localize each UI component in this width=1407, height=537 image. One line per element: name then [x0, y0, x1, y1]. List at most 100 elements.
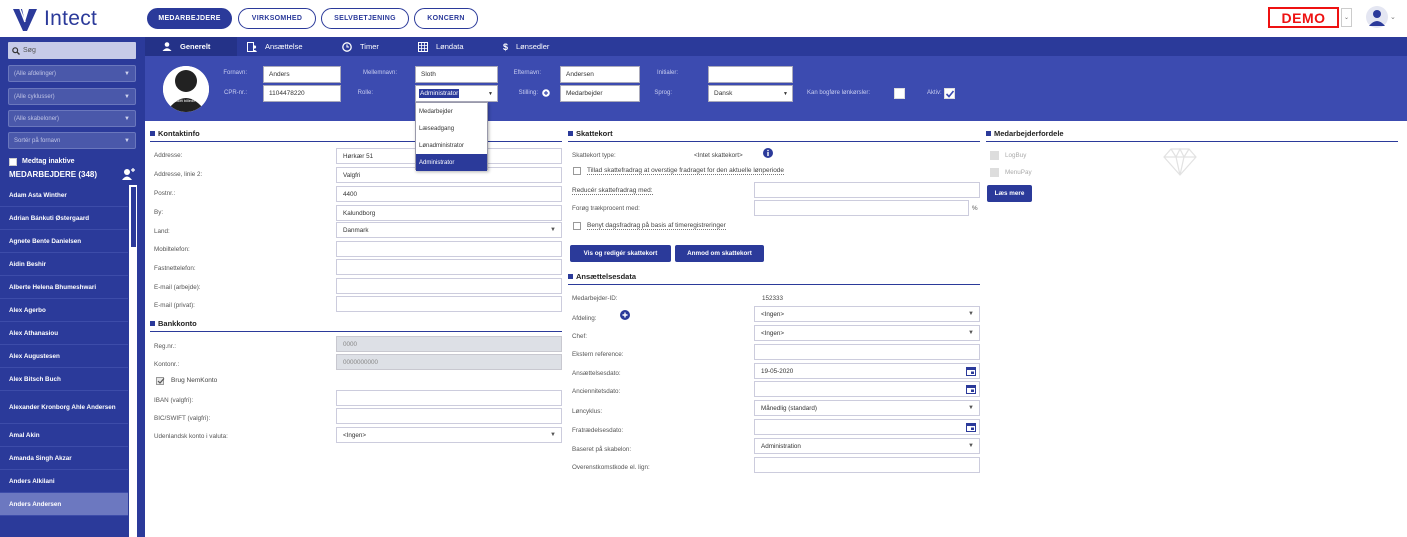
employee-list-item[interactable]: Amanda Singh Akzar [0, 447, 128, 470]
rolle-option-medarbejder[interactable]: Medarbejder [416, 103, 487, 120]
calendar-icon[interactable] [966, 422, 976, 432]
employee-list-item[interactable]: Alex Athanasiou [0, 322, 128, 345]
fastnet-field[interactable] [336, 259, 562, 275]
employee-list-item[interactable]: Anders Alkilani [0, 470, 128, 493]
clock-icon [342, 41, 352, 52]
mellemnavn-field[interactable]: Sloth [415, 66, 498, 83]
rolle-option-loenadministrator[interactable]: Lønadministrator [416, 137, 487, 154]
by-field[interactable]: Kalundborg [336, 205, 562, 221]
department-filter[interactable]: (Alle afdelinger) ▼ [8, 65, 136, 82]
rolle-option-administrator[interactable]: Administrator [416, 154, 487, 171]
info-icon[interactable] [763, 148, 773, 158]
sprog-select-value: Dansk [714, 90, 733, 97]
employee-list-item[interactable]: Aidin Beshir [0, 253, 128, 276]
employee-list-item[interactable]: Agnete Bente Danielsen [0, 230, 128, 253]
employee-list-item[interactable]: Alberte Helena Bhumeshwari [0, 276, 128, 299]
calendar-icon[interactable] [966, 384, 976, 394]
employee-list-item[interactable]: Adrian Bánkuti Østergaard [0, 207, 128, 230]
foroeg-field[interactable] [754, 200, 969, 216]
add-circle-icon[interactable] [620, 310, 630, 320]
anciennitet-field[interactable] [754, 381, 980, 397]
bic-field[interactable] [336, 408, 562, 424]
overenskomst-label: Overenstkomstkode el. lign: [572, 464, 650, 471]
overenskomst-field[interactable] [754, 457, 980, 473]
tab-loensedler[interactable]: $ Lønsedler [503, 37, 549, 56]
logbuy-checkbox[interactable] [990, 151, 999, 160]
ansaettelsesdato-field[interactable]: 19-05-2020 [754, 363, 980, 379]
employee-list-item[interactable]: Alex Bitsch Buch [0, 368, 128, 391]
section-divider [150, 141, 562, 142]
bankkonto-title-text: Bankkonto [158, 319, 197, 328]
cpr-field[interactable]: 1104478220 [263, 85, 341, 102]
template-filter[interactable]: (Alle skabeloner) ▼ [8, 110, 136, 127]
fornavn-field[interactable]: Anders [263, 66, 341, 83]
ekstern-field[interactable] [754, 344, 980, 360]
user-menu-caret-icon[interactable]: ⌄ [1390, 13, 1396, 21]
calendar-icon[interactable] [966, 366, 976, 376]
include-inactive-checkbox[interactable] [9, 157, 17, 166]
efternavn-field[interactable]: Andersen [560, 66, 640, 83]
anmod-skattekort-button[interactable]: Anmod om skattekort [675, 245, 764, 262]
include-inactive-toggle[interactable]: Medtag inaktive [9, 156, 75, 167]
iban-field[interactable] [336, 390, 562, 406]
menupay-checkbox[interactable] [990, 168, 999, 177]
overstige-checkbox[interactable] [573, 167, 581, 175]
user-avatar-icon[interactable] [1366, 6, 1388, 28]
tab-generelt[interactable]: Generelt [145, 37, 237, 56]
employee-list-item[interactable]: Alex Agerbo [0, 299, 128, 322]
fratraedelse-field[interactable] [754, 419, 980, 435]
nav-selvbetjening[interactable]: SELVBETJENING [321, 8, 409, 29]
initialer-field[interactable] [708, 66, 793, 83]
nav-koncern[interactable]: KONCERN [414, 8, 478, 29]
rolle-select[interactable]: Administrator ▼ [415, 85, 498, 102]
skabelon-select[interactable]: Administration ▼ [754, 438, 980, 454]
chef-select[interactable]: <Ingen> ▼ [754, 325, 980, 341]
afdeling-select[interactable]: <Ingen> ▼ [754, 306, 980, 322]
employee-list-item[interactable]: Alex Augustesen [0, 345, 128, 368]
avatar-caption[interactable]: Skift billede [175, 98, 195, 103]
dagsfradrag-checkbox[interactable] [573, 222, 581, 230]
table-icon [418, 41, 428, 52]
tab-timer[interactable]: Timer [342, 37, 379, 56]
sprog-select[interactable]: Dansk ▼ [708, 85, 793, 102]
vis-skattekort-button[interactable]: Vis og redigér skattekort [570, 245, 671, 262]
field-label: Fastnettelefon: [154, 265, 196, 272]
laes-mere-button[interactable]: Læs mere [987, 185, 1032, 202]
foroeg-label: Forøg trækprocent med: [572, 205, 640, 212]
reducer-field[interactable] [754, 182, 980, 198]
stilling-field[interactable]: Medarbejder [560, 85, 640, 102]
employee-avatar[interactable] [163, 66, 209, 112]
loencyklus-select[interactable]: Månedlig (standard) ▼ [754, 400, 980, 416]
sort-select[interactable]: Sortér på fornavn ▼ [8, 132, 136, 149]
add-circle-icon[interactable] [542, 89, 550, 97]
avatar-placeholder-icon [163, 66, 209, 112]
rolle-option-laeseadgang[interactable]: Læseadgang [416, 120, 487, 137]
nav-virksomhed[interactable]: VIRKSOMHED [238, 8, 316, 29]
valuta-select[interactable]: <Ingen> ▼ [336, 427, 562, 443]
tab-ansaettelse[interactable]: Ansættelse [247, 37, 303, 56]
employee-list-item[interactable]: Alexander Kronborg Ahle Andersen [0, 391, 128, 424]
nemkonto-checkbox[interactable] [156, 377, 165, 385]
email-private-field[interactable] [336, 296, 562, 312]
bogfoere-checkbox[interactable] [894, 88, 905, 99]
app-logo[interactable]: Intect [12, 5, 97, 33]
tab-ansaettelse-label: Ansættelse [265, 42, 303, 51]
add-employee-icon[interactable] [121, 168, 135, 181]
aktiv-checkbox[interactable] [944, 88, 955, 99]
demo-dropdown-caret-icon[interactable]: ⌄ [1341, 8, 1352, 27]
document-person-icon [247, 41, 257, 52]
cycle-filter[interactable]: (Alle cyklusser) ▼ [8, 88, 136, 105]
section-divider [150, 331, 562, 332]
email-work-field[interactable] [336, 278, 562, 294]
tab-loendata[interactable]: Løndata [418, 37, 464, 56]
employee-list-item[interactable]: Amal Akin [0, 424, 128, 447]
skattekort-type-value: <Intet skattekort> [694, 152, 743, 159]
nav-medarbejdere[interactable]: MEDARBEJDERE [147, 8, 232, 29]
search-input[interactable]: Søg [8, 42, 136, 59]
land-select[interactable]: Danmark ▼ [336, 222, 562, 238]
postnr-field[interactable]: 4400 [336, 186, 562, 202]
employee-list-scrollbar-thumb[interactable] [131, 187, 136, 247]
employee-list-item[interactable]: Adam Asta Winther [0, 184, 128, 207]
mobil-field[interactable] [336, 241, 562, 257]
employee-list-item-selected[interactable]: Anders Andersen [0, 493, 128, 516]
